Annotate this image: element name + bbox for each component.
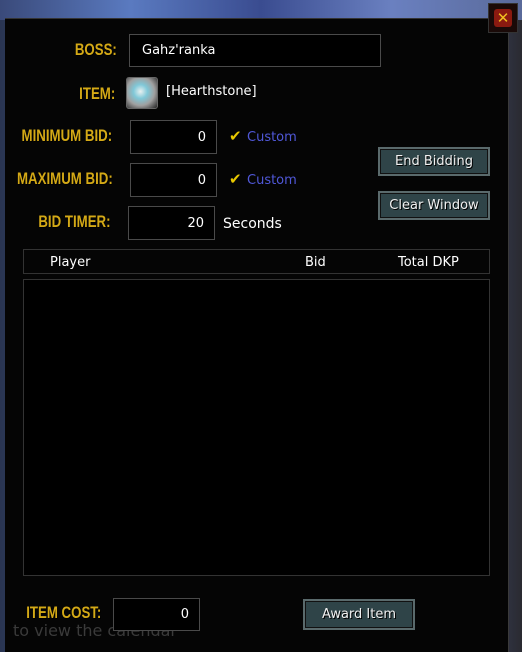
item-cost-label: ITEM COST: — [25, 603, 101, 622]
maximum-bid-input[interactable]: 0 — [130, 163, 217, 197]
minimum-bid-custom-label: Custom — [247, 130, 297, 145]
item-name[interactable]: [Hearthstone] — [166, 84, 257, 99]
item-label: ITEM: — [78, 84, 115, 103]
game-background — [0, 0, 522, 20]
maximum-bid-custom-checkbox[interactable]: ✔ — [229, 170, 242, 188]
minimum-bid-label: MINIMUM BID: — [21, 126, 112, 145]
maximum-bid-label: MAXIMUM BID: — [17, 169, 113, 188]
boss-label: BOSS: — [75, 40, 117, 59]
column-player[interactable]: Player — [50, 255, 90, 270]
bid-timer-input[interactable]: 20 — [128, 206, 215, 240]
column-total-dkp[interactable]: Total DKP — [398, 255, 459, 270]
minimum-bid-input[interactable]: 0 — [130, 120, 217, 154]
award-item-button[interactable]: Award Item — [303, 599, 415, 630]
bid-table-header: Player Bid Total DKP — [23, 249, 490, 274]
column-bid[interactable]: Bid — [305, 255, 326, 270]
maximum-bid-custom-label: Custom — [247, 173, 297, 188]
end-bidding-button[interactable]: End Bidding — [378, 147, 490, 176]
bid-timer-label: BID TIMER: — [38, 212, 111, 231]
close-button[interactable]: ✕ — [488, 3, 518, 33]
boss-input[interactable]: Gahz'ranka — [129, 34, 381, 67]
close-x-icon: ✕ — [494, 9, 512, 27]
bid-list[interactable] — [23, 279, 490, 576]
item-cost-input[interactable]: 0 — [113, 598, 200, 631]
minimum-bid-custom-checkbox[interactable]: ✔ — [229, 127, 242, 145]
clear-window-button[interactable]: Clear Window — [378, 191, 490, 220]
bid-timer-unit: Seconds — [223, 216, 282, 232]
hearthstone-icon[interactable] — [126, 77, 158, 109]
